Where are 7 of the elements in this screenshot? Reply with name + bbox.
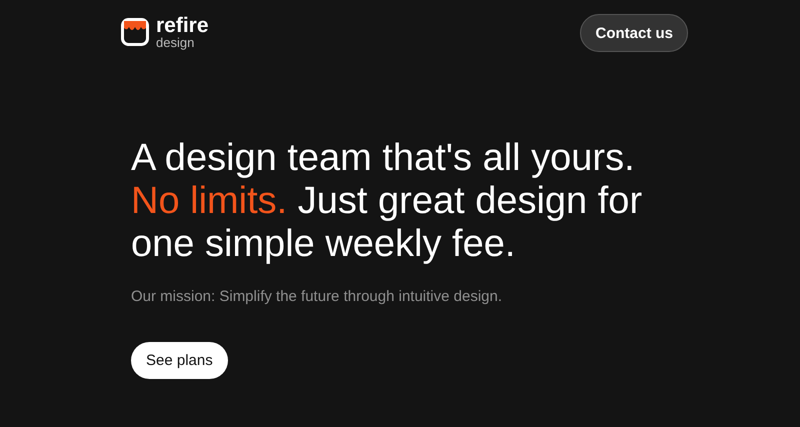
mission-text: Our mission: Simplify the future through intuitive design. — [131, 288, 504, 305]
logo-icon — [120, 17, 150, 47]
logo-tagline: design — [156, 36, 196, 49]
headline: A design team that's all yours. No limits. Just great design for one simple weekly fee. — [131, 137, 643, 266]
logo-name: refire — [156, 15, 209, 36]
contact-button[interactable]: Contact us — [580, 14, 688, 52]
see-plans-button[interactable]: See plans — [131, 342, 228, 379]
